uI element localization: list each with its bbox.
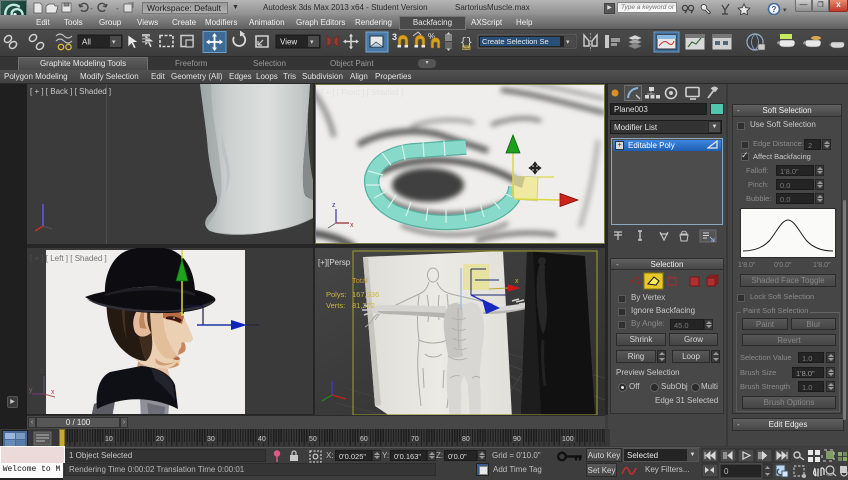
svg-text:▾: ▾ — [566, 39, 570, 46]
svg-text:⌨: ⌨ — [462, 45, 471, 52]
svg-text:▾: ▾ — [112, 39, 116, 46]
svg-text:167,936: 167,936 — [352, 290, 379, 299]
svg-text:3: 3 — [392, 32, 397, 42]
svg-text:x: x — [350, 222, 354, 229]
svg-text:y: y — [29, 387, 33, 394]
svg-text:All: All — [82, 38, 91, 47]
svg-text:-: - — [90, 4, 93, 13]
svg-text:z: z — [40, 368, 44, 375]
svg-text:x: x — [51, 389, 55, 396]
svg-text:0: 0 — [724, 467, 729, 476]
svg-text:[+][Persp: [+][Persp — [318, 258, 351, 267]
svg-text:[ + ] [ Left ] [ Shaded ]: [ + ] [ Left ] [ Shaded ] — [30, 254, 107, 263]
svg-text:Create Selection Se: Create Selection Se — [482, 37, 549, 46]
svg-text:z: z — [332, 202, 336, 209]
svg-text:Total: Total — [352, 276, 368, 285]
svg-text:Verts:: Verts: — [326, 301, 345, 310]
svg-text:[ + ] [ Front ] [ Shaded ]: [ + ] [ Front ] [ Shaded ] — [321, 88, 403, 97]
svg-text:View: View — [280, 38, 297, 47]
svg-text:81,272: 81,272 — [352, 301, 375, 310]
svg-text:Polys:: Polys: — [326, 290, 346, 299]
svg-text:▾: ▾ — [310, 39, 314, 46]
svg-text:?: ? — [772, 5, 777, 14]
svg-text:x: x — [515, 278, 519, 285]
svg-text:-: - — [116, 4, 119, 13]
svg-text:▾: ▾ — [783, 7, 787, 14]
